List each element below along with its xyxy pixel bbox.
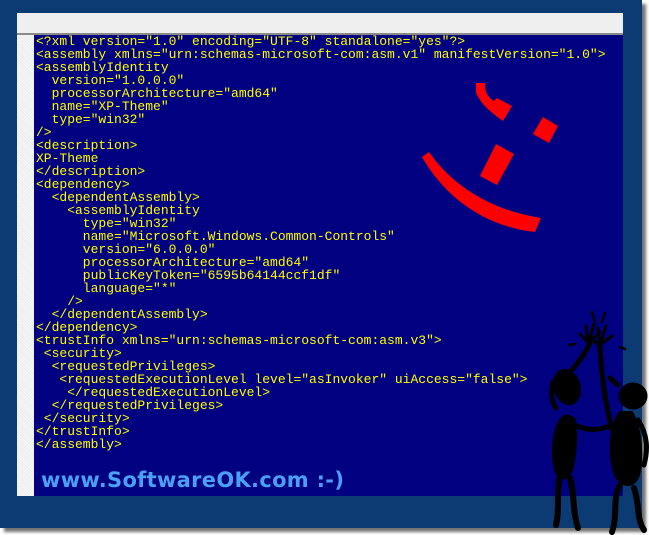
code-line: <description>: [36, 138, 138, 153]
code-line: language="*": [36, 281, 177, 296]
code-line: </assembly>: [36, 437, 122, 452]
window-titlebar: [17, 13, 623, 35]
code-area[interactable]: <?xml version="1.0" encoding="UTF-8" sta…: [36, 35, 606, 451]
code-line: type="win32": [36, 112, 146, 127]
watermark-text: www.SoftwareOK.com :-): [41, 468, 345, 492]
xml-editor[interactable]: <?xml version="1.0" encoding="UTF-8" sta…: [34, 35, 623, 496]
editor-gutter: [17, 35, 34, 496]
